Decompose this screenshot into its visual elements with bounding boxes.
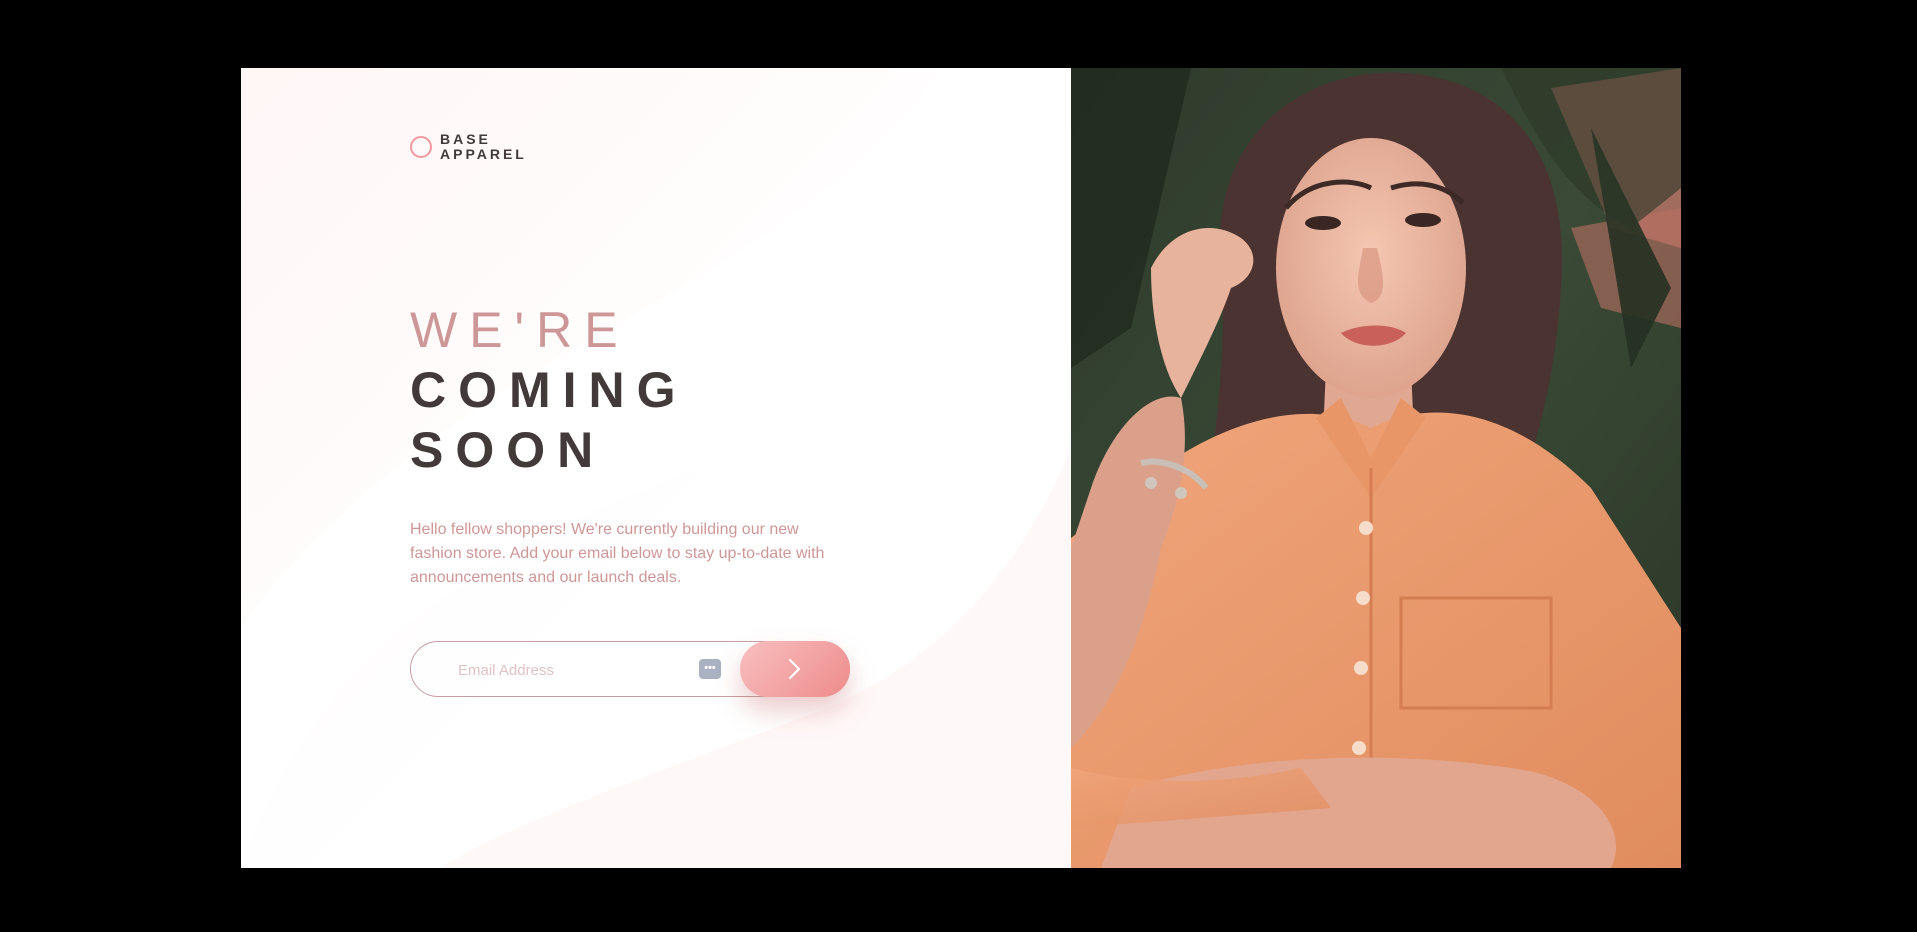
headline-bold-2: SOON: [410, 422, 606, 478]
ring-logo-icon: [410, 136, 432, 158]
brand-logo[interactable]: BASE APPAREL: [410, 132, 527, 162]
page-title: WE'RE COMING SOON: [410, 300, 688, 480]
chevron-right-icon: [788, 658, 801, 680]
brand-name-line2: APPAREL: [440, 146, 527, 162]
hero-image: [1071, 68, 1681, 868]
hero-photo: [1071, 68, 1681, 868]
brand-name: BASE APPAREL: [440, 132, 527, 162]
email-field[interactable]: [456, 642, 700, 698]
headline-bold-1: COMING: [410, 362, 688, 418]
landing-page: BASE APPAREL WE'RE COMING SOON Hello fel…: [241, 68, 1681, 868]
submit-button[interactable]: [740, 641, 850, 697]
brand-name-line1: BASE: [440, 131, 491, 147]
content-panel: BASE APPAREL WE'RE COMING SOON Hello fel…: [241, 68, 1071, 868]
intro-text: Hello fellow shoppers! We're currently b…: [410, 521, 825, 586]
headline-light: WE'RE: [410, 302, 630, 358]
window-frame: BASE APPAREL WE'RE COMING SOON Hello fel…: [2, 2, 1913, 928]
email-signup-form: •••: [410, 641, 850, 698]
ellipsis-key-icon[interactable]: •••: [699, 659, 721, 679]
